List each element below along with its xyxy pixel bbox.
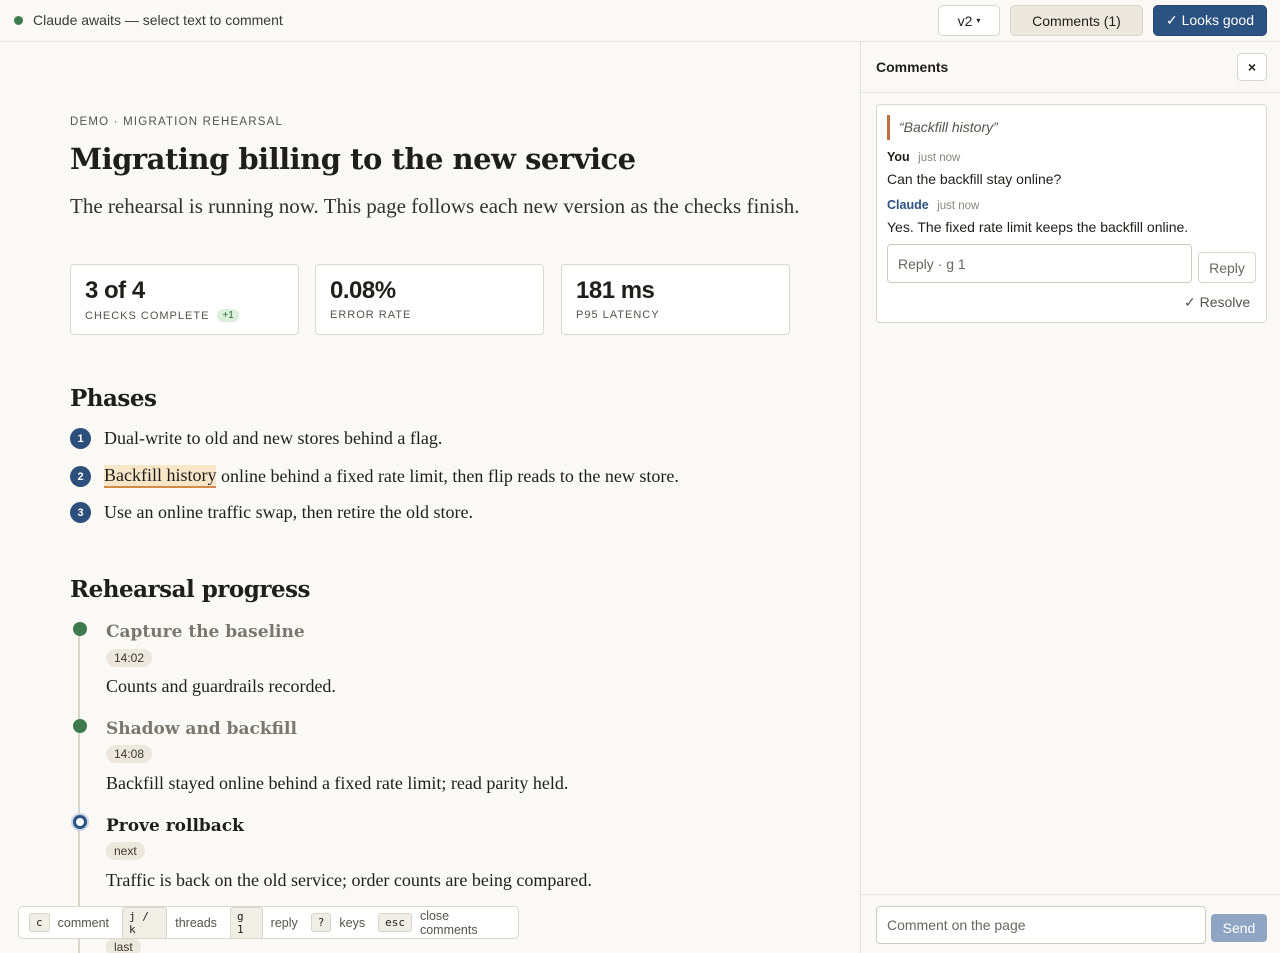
comments-panel: Comments × “Backfill history” You just n… bbox=[860, 42, 1280, 953]
step-time-badge: last bbox=[106, 938, 141, 953]
shortcut-key: c bbox=[29, 913, 50, 932]
step-title: Prove rollback bbox=[106, 816, 244, 836]
comment-thread[interactable]: “Backfill history” You just now Can the … bbox=[876, 104, 1267, 323]
shortcut-desc: threads bbox=[175, 915, 217, 930]
stat-label: ERROR RATE bbox=[330, 309, 412, 321]
shortcut-desc: reply bbox=[270, 915, 298, 930]
step-title: Capture the baseline bbox=[106, 622, 305, 642]
status-dot-icon bbox=[14, 15, 23, 25]
step-body: Traffic is back on the old service; orde… bbox=[106, 870, 592, 890]
panel-title: Comments bbox=[876, 59, 949, 75]
eyebrow: DEMO · MIGRATION REHEARSAL bbox=[70, 116, 284, 128]
author-name: You bbox=[887, 150, 910, 164]
author-name: Claude bbox=[887, 198, 929, 212]
shortcut-desc: comment bbox=[57, 915, 110, 930]
comment-highlight[interactable]: Backfill history bbox=[104, 465, 217, 488]
shortcut-desc: keys bbox=[339, 915, 366, 930]
stat-value: 181 ms bbox=[576, 277, 655, 304]
close-icon[interactable]: × bbox=[1237, 53, 1267, 81]
phase-number: 3 bbox=[70, 502, 91, 523]
phases-heading: Phases bbox=[70, 385, 157, 412]
stat-label-text: CHECKS COMPLETE bbox=[85, 309, 210, 322]
stat-label: P95 LATENCY bbox=[576, 309, 660, 321]
stat-value: 0.08% bbox=[330, 277, 396, 304]
comment-author: Claude just now bbox=[887, 198, 979, 212]
phase-text: Use an online traffic swap, then retire … bbox=[104, 502, 474, 522]
send-button[interactable]: Send bbox=[1211, 914, 1267, 942]
page-title: Migrating billing to the new service bbox=[70, 142, 636, 176]
status-indicator: Claude awaits — select text to comment bbox=[14, 12, 283, 28]
page-comment-input[interactable] bbox=[876, 906, 1206, 944]
step-done-icon bbox=[73, 719, 87, 733]
phase-item: 2 Backfill history online behind a fixed… bbox=[70, 465, 679, 488]
comment-text: Yes. The fixed rate limit keeps the back… bbox=[887, 219, 1189, 235]
panel-footer: Send bbox=[861, 894, 1280, 953]
reply-button[interactable]: Reply bbox=[1198, 252, 1256, 283]
panel-header: Comments × bbox=[861, 42, 1280, 93]
shortcut-key: j / k bbox=[122, 906, 168, 939]
lede: The rehearsal is running now. This page … bbox=[70, 194, 800, 218]
shortcut-key: g 1 bbox=[229, 906, 263, 939]
delta-badge: +1 bbox=[217, 309, 239, 322]
comment-time: just now bbox=[918, 152, 961, 164]
step-body: Counts and guardrails recorded. bbox=[106, 676, 336, 696]
timeline-line bbox=[78, 632, 80, 953]
phase-text: Dual-write to old and new stores behind … bbox=[104, 428, 443, 448]
comment-text: Can the backfill stay online? bbox=[887, 171, 1062, 187]
comments-toggle-button[interactable]: Comments (1) bbox=[1010, 5, 1143, 36]
shortcut-desc: close comments bbox=[419, 908, 478, 937]
stat-card-error-rate: 0.08% ERROR RATE bbox=[315, 264, 544, 335]
phase-item: 1 Dual-write to old and new stores behin… bbox=[70, 428, 442, 449]
stat-card-checks: 3 of 4 CHECKS COMPLETE +1 bbox=[70, 264, 299, 335]
reply-input[interactable] bbox=[887, 244, 1192, 283]
step-time-badge: next bbox=[106, 842, 145, 860]
shortcut-bar: c comment j / k threads g 1 reply ? keys… bbox=[18, 906, 519, 939]
progress-heading: Rehearsal progress bbox=[70, 576, 311, 603]
chevron-down-icon: ▾ bbox=[976, 16, 981, 25]
status-text: Claude awaits — select text to comment bbox=[33, 12, 283, 28]
shortcut-key: ? bbox=[310, 913, 332, 932]
phase-number: 1 bbox=[70, 428, 91, 449]
step-done-icon bbox=[73, 622, 87, 636]
step-body: Backfill stayed online behind a fixed ra… bbox=[106, 773, 569, 793]
step-current-icon bbox=[73, 815, 87, 829]
top-bar: Claude awaits — select text to comment v… bbox=[0, 0, 1280, 42]
phase-text: online behind a fixed rate limit, then f… bbox=[216, 466, 679, 486]
phase-item: 3 Use an online traffic swap, then retir… bbox=[70, 502, 473, 523]
thread-quote: “Backfill history” bbox=[887, 115, 998, 140]
step-time-badge: 14:08 bbox=[106, 745, 153, 763]
version-select[interactable]: v2 ▾ bbox=[938, 5, 1000, 36]
step-title: Shadow and backfill bbox=[106, 719, 297, 739]
looks-good-button[interactable]: ✓ Looks good bbox=[1153, 5, 1267, 36]
version-label: v2 bbox=[957, 12, 973, 29]
phase-number: 2 bbox=[70, 466, 91, 487]
document-view: DEMO · MIGRATION REHEARSAL Migrating bil… bbox=[0, 42, 860, 953]
resolve-button[interactable]: ✓ Resolve bbox=[1184, 294, 1250, 311]
shortcut-key: esc bbox=[378, 913, 412, 932]
stat-label: CHECKS COMPLETE +1 bbox=[85, 309, 239, 322]
stat-value: 3 of 4 bbox=[85, 277, 145, 304]
stat-card-latency: 181 ms P95 LATENCY bbox=[561, 264, 790, 335]
step-time-badge: 14:02 bbox=[106, 649, 153, 667]
comment-time: just now bbox=[937, 200, 980, 212]
comment-author: You just now bbox=[887, 150, 960, 164]
